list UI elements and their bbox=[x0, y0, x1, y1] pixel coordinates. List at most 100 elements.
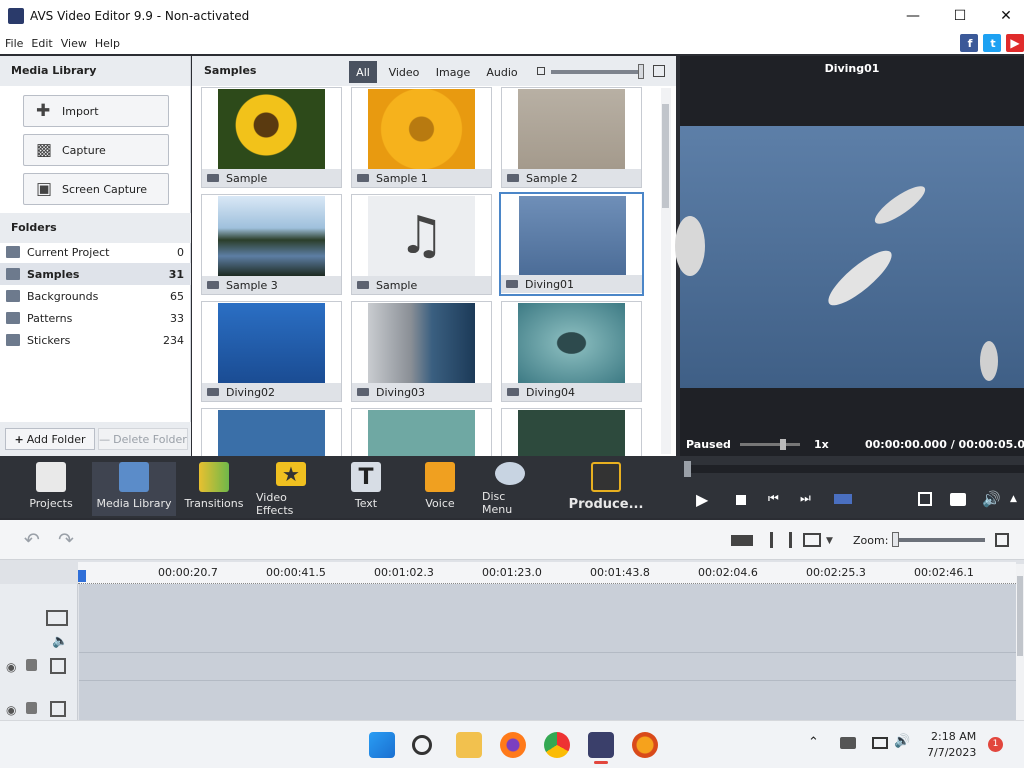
zoom-fit-icon[interactable] bbox=[995, 533, 1009, 547]
speaker-icon[interactable]: 🔊 bbox=[894, 734, 910, 749]
plus-icon: + bbox=[14, 432, 24, 446]
notification-badge[interactable]: 1 bbox=[988, 737, 1003, 752]
fullscreen-icon[interactable] bbox=[918, 492, 932, 506]
clock-date[interactable]: 7/7/2023 bbox=[927, 746, 976, 759]
audio-app-icon[interactable] bbox=[632, 732, 658, 758]
text-button[interactable]: T Text bbox=[344, 462, 388, 516]
audio-mixer-icon[interactable] bbox=[770, 532, 792, 548]
transitions-button[interactable]: Transitions bbox=[184, 462, 244, 516]
thumb-size-slider-handle[interactable] bbox=[638, 64, 644, 79]
aspect-ratio-dropdown-icon[interactable]: ▼ bbox=[826, 536, 833, 546]
filter-all[interactable]: All bbox=[349, 61, 377, 83]
seek-bar-handle[interactable] bbox=[684, 461, 691, 477]
media-thumb-sample-1[interactable]: Sample 1 bbox=[351, 87, 492, 188]
volume-icon[interactable]: 🔊 bbox=[982, 490, 1001, 508]
maximize-button[interactable]: ☐ bbox=[937, 0, 983, 32]
zoom-slider-handle[interactable] bbox=[892, 532, 899, 547]
split-icon[interactable] bbox=[731, 535, 753, 546]
chrome-icon[interactable] bbox=[544, 732, 570, 758]
delete-folder-button[interactable]: — Delete Folder bbox=[98, 428, 188, 450]
time-ruler[interactable] bbox=[78, 562, 1016, 584]
search-icon[interactable] bbox=[412, 735, 432, 755]
media-thumb-diving01[interactable]: Diving01 bbox=[499, 192, 644, 296]
network-off-icon[interactable] bbox=[840, 737, 856, 749]
menu-file[interactable]: File bbox=[5, 37, 23, 50]
minimize-button[interactable]: — bbox=[890, 0, 936, 32]
screen-capture-label: Screen Capture bbox=[62, 182, 148, 196]
thumb-size-large-icon[interactable] bbox=[653, 65, 665, 77]
media-thumb-row4-3[interactable] bbox=[501, 408, 642, 457]
volume-dropdown-icon[interactable]: ▲ bbox=[1010, 494, 1017, 504]
seek-bar[interactable] bbox=[688, 465, 1024, 473]
screen-capture-button[interactable]: ▣ Screen Capture bbox=[23, 173, 169, 205]
playhead-marker[interactable] bbox=[78, 570, 86, 582]
media-thumb-sample-audio[interactable]: ♫ Sample bbox=[351, 194, 492, 295]
lock-icon[interactable] bbox=[26, 659, 37, 671]
redo-icon[interactable]: ↷ bbox=[58, 529, 74, 551]
aspect-ratio-icon[interactable] bbox=[803, 533, 821, 547]
close-button[interactable]: ✕ bbox=[983, 0, 1024, 32]
display-icon[interactable] bbox=[872, 737, 888, 749]
media-thumb-diving02[interactable]: Diving02 bbox=[201, 301, 342, 402]
samples-scroll-thumb[interactable] bbox=[662, 104, 669, 208]
twitter-icon[interactable]: t bbox=[983, 34, 1001, 52]
start-icon[interactable] bbox=[369, 732, 395, 758]
facebook-icon[interactable]: f bbox=[960, 34, 978, 52]
media-thumb-diving04[interactable]: Diving04 bbox=[501, 301, 642, 402]
media-thumb-row4-1[interactable] bbox=[201, 408, 342, 457]
video-effects-button[interactable]: ★ Video Effects bbox=[256, 462, 326, 517]
capture-button[interactable]: ▩ Capture bbox=[23, 134, 169, 166]
previous-frame-icon[interactable]: ⏮ bbox=[768, 491, 779, 506]
folder-stickers[interactable]: Stickers 234 bbox=[0, 329, 191, 351]
projects-button[interactable]: Projects bbox=[20, 462, 82, 516]
audio-mute-icon[interactable]: 🔈 bbox=[52, 634, 68, 649]
media-thumb-sample[interactable]: Sample bbox=[201, 87, 342, 188]
snapshot-range-icon[interactable] bbox=[834, 494, 852, 504]
undo-icon[interactable]: ↶ bbox=[24, 529, 40, 551]
menu-edit[interactable]: Edit bbox=[31, 37, 52, 50]
folder-samples[interactable]: Samples 31 bbox=[0, 263, 191, 285]
thumb-image bbox=[518, 89, 625, 169]
menu-view[interactable]: View bbox=[61, 37, 87, 50]
filter-audio[interactable]: Audio bbox=[482, 61, 522, 83]
produce-button[interactable]: Produce... bbox=[568, 462, 644, 516]
folder-count: 65 bbox=[170, 289, 184, 303]
thumb-size-small-icon[interactable] bbox=[537, 67, 545, 75]
firefox-icon[interactable] bbox=[500, 732, 526, 758]
import-button[interactable]: ✚ Import bbox=[23, 95, 169, 127]
add-folder-button[interactable]: + Add Folder bbox=[5, 428, 95, 450]
disc-menu-button[interactable]: Disc Menu bbox=[482, 462, 538, 516]
folder-patterns[interactable]: Patterns 33 bbox=[0, 307, 191, 329]
chevron-up-icon[interactable]: ⌃ bbox=[808, 735, 819, 750]
camera-snapshot-icon[interactable] bbox=[950, 493, 966, 506]
app-icon bbox=[8, 8, 24, 24]
eye-icon[interactable]: ◉ bbox=[6, 660, 16, 674]
folder-backgrounds[interactable]: Backgrounds 65 bbox=[0, 285, 191, 307]
speed-slider-handle[interactable] bbox=[780, 439, 786, 450]
play-icon[interactable]: ▶ bbox=[696, 490, 708, 509]
voice-button[interactable]: Voice bbox=[416, 462, 464, 516]
media-thumb-row4-2[interactable] bbox=[351, 408, 492, 457]
zoom-slider[interactable] bbox=[893, 538, 985, 542]
preview-video[interactable] bbox=[675, 126, 1024, 388]
media-library-button[interactable]: Media Library bbox=[92, 462, 176, 516]
lock-icon[interactable] bbox=[26, 702, 37, 714]
next-frame-icon[interactable]: ⏭ bbox=[800, 491, 811, 506]
media-thumb-sample-2[interactable]: Sample 2 bbox=[501, 87, 642, 188]
clock-time[interactable]: 2:18 AM bbox=[931, 730, 976, 743]
menu-help[interactable]: Help bbox=[95, 37, 120, 50]
filter-image[interactable]: Image bbox=[432, 61, 474, 83]
eye-icon[interactable]: ◉ bbox=[6, 703, 16, 717]
media-thumb-diving03[interactable]: Diving03 bbox=[351, 301, 492, 402]
media-thumb-sample-3[interactable]: Sample 3 bbox=[201, 194, 342, 295]
thumb-size-slider[interactable] bbox=[551, 70, 643, 74]
file-explorer-icon[interactable] bbox=[456, 732, 482, 758]
youtube-icon[interactable]: ▶ bbox=[1006, 34, 1024, 52]
speed-slider[interactable] bbox=[740, 443, 800, 446]
filter-video[interactable]: Video bbox=[386, 61, 422, 83]
folder-current-project[interactable]: Current Project 0 bbox=[0, 241, 191, 263]
timeline-scroll-thumb[interactable] bbox=[1017, 576, 1023, 656]
folder-name: Patterns bbox=[27, 311, 73, 325]
avs-video-editor-icon[interactable] bbox=[588, 732, 614, 758]
stop-icon[interactable] bbox=[736, 495, 746, 505]
